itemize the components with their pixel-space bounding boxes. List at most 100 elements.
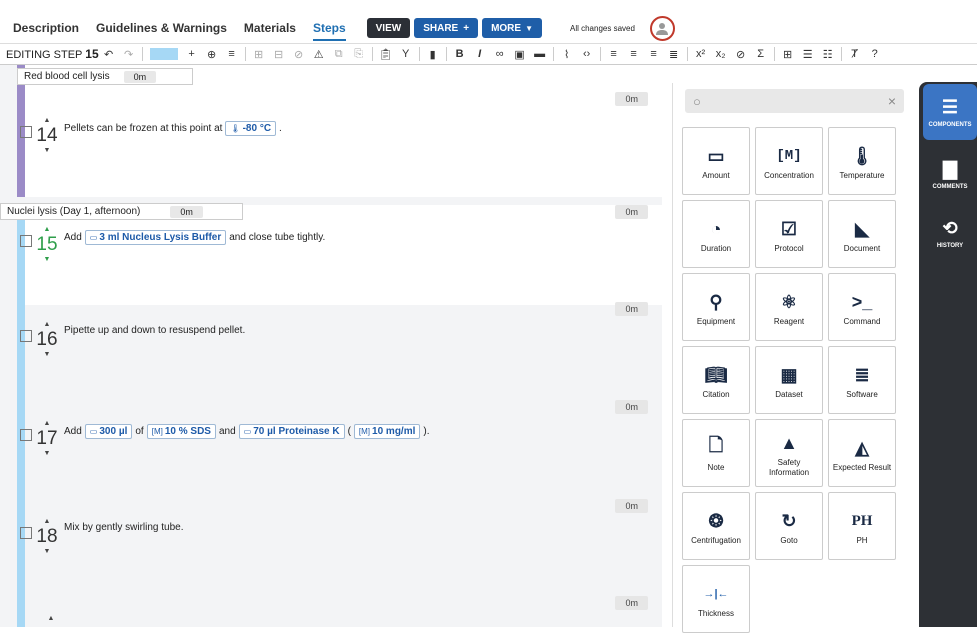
component-protocol[interactable]: ☑ Protocol [755, 200, 823, 268]
move-down-icon[interactable]: ▼ [36, 256, 58, 264]
subscript-icon[interactable]: x₂ [714, 46, 728, 62]
component-dataset[interactable]: ▦ Dataset [755, 346, 823, 414]
amount-chip[interactable]: ▭ 3 ml Nucleus Lysis Buffer [84, 230, 227, 245]
component-centrifugation[interactable]: ❂ Centrifugation [682, 492, 750, 560]
tab-steps[interactable]: Steps [312, 21, 346, 41]
section-duration[interactable]: 0m [123, 70, 157, 83]
move-up-icon[interactable]: ▲ [36, 226, 58, 234]
step-checkbox[interactable] [20, 235, 32, 247]
add-section-icon[interactable]: ≡ [225, 46, 239, 62]
component-safety-information[interactable]: ▲ Safety Information [755, 419, 823, 487]
move-up-icon[interactable]: ▲ [36, 117, 58, 125]
table-icon[interactable]: ⊞ [781, 46, 795, 62]
undo-icon[interactable]: ↶ [102, 46, 116, 62]
attachment-icon[interactable]: ⌇ [560, 46, 574, 62]
add-substep-icon[interactable]: ⊕ [205, 46, 219, 62]
move-up-icon[interactable]: ▲ [36, 420, 58, 428]
step-duration[interactable]: 0m [615, 596, 648, 610]
section-label[interactable]: Red blood cell lysis 0m [17, 68, 193, 85]
component-reagent[interactable]: ⚛ Reagent [755, 273, 823, 341]
section-duration[interactable]: 0m [170, 205, 203, 218]
concentration-chip[interactable]: [M] 10 mg/ml [353, 424, 421, 439]
step-checkbox[interactable] [20, 330, 32, 342]
components-tab[interactable]: ☰ COMPONENTS [923, 84, 977, 140]
temperature-chip[interactable]: 🌡︎ -80 °C [225, 121, 277, 136]
bold-icon[interactable]: B [453, 46, 467, 62]
align-right-icon[interactable]: ≡ [647, 46, 661, 62]
step-duration[interactable]: 0m [615, 302, 648, 316]
section-label[interactable]: Nuclei lysis (Day 1, afternoon) 0m [0, 203, 243, 220]
paste-icon[interactable]: 📋︎ [379, 46, 393, 62]
video-icon[interactable]: ▬ [533, 46, 547, 62]
close-icon[interactable]: × [888, 93, 896, 109]
step-checkbox[interactable] [20, 429, 32, 441]
more-button[interactable]: MORE ▼ [482, 18, 542, 38]
component-expected-result[interactable]: ◭ Expected Result [828, 419, 896, 487]
branch-icon[interactable]: Y [399, 46, 413, 62]
move-up-icon[interactable]: ▲ [40, 615, 62, 623]
step-checkbox[interactable] [20, 126, 32, 138]
bullet-list-icon[interactable]: ☰ [801, 46, 815, 62]
step-text[interactable]: Add ▭ 3 ml Nucleus Lysis Buffer and close… [64, 230, 325, 245]
code-icon[interactable]: ‹› [580, 46, 594, 62]
align-justify-icon[interactable]: ≣ [667, 46, 681, 62]
link-icon[interactable]: ∞ [493, 46, 507, 62]
component-goto[interactable]: ↻ Goto [755, 492, 823, 560]
list-icon[interactable]: ⊟ [272, 46, 286, 62]
history-tab[interactable]: ⟲ HISTORY [923, 208, 977, 258]
move-down-icon[interactable]: ▼ [36, 450, 58, 458]
move-down-icon[interactable]: ▼ [36, 351, 58, 359]
remove-icon[interactable]: ⊘ [292, 46, 306, 62]
insert-icon[interactable]: ⊞ [252, 46, 266, 62]
trash-icon[interactable]: ▮ [426, 46, 440, 62]
align-center-icon[interactable]: ≡ [627, 46, 641, 62]
add-step-icon[interactable]: + [185, 46, 199, 62]
component-document[interactable]: ◣ Document [828, 200, 896, 268]
sigma-icon[interactable]: Σ [754, 46, 768, 62]
step-text[interactable]: Pipette up and down to resuspend pellet. [64, 325, 245, 336]
concentration-chip[interactable]: [M] 10 % SDS [146, 424, 216, 439]
move-up-icon[interactable]: ▲ [36, 321, 58, 329]
move-down-icon[interactable]: ▼ [36, 548, 58, 556]
tab-guidelines[interactable]: Guidelines & Warnings [96, 21, 227, 35]
component-ph[interactable]: PH PH [828, 492, 896, 560]
component-search[interactable]: ○ × [685, 89, 904, 113]
component-concentration[interactable]: [M] Concentration [755, 127, 823, 195]
component-duration[interactable]: ◔ Duration [682, 200, 750, 268]
section-color-picker[interactable] [149, 48, 178, 60]
duplicate-icon[interactable]: ⎘ [352, 46, 366, 62]
step-text[interactable]: Pellets can be frozen at this point at 🌡… [64, 121, 282, 136]
component-note[interactable]: 🗋︎ Note [682, 419, 750, 487]
share-button[interactable]: SHARE + [414, 18, 479, 38]
step-text[interactable]: Add ▭ 300 µl of [M] 10 % SDS and ▭ 70 µl Pr… [64, 424, 430, 439]
redo-icon[interactable]: ↷ [122, 46, 136, 62]
step-duration[interactable]: 0m [615, 400, 648, 414]
remove-format-icon[interactable]: Ⱦ [848, 46, 862, 62]
move-down-icon[interactable]: ▼ [36, 147, 58, 155]
italic-icon[interactable]: I [473, 46, 487, 62]
step-duration[interactable]: 0m [615, 499, 648, 513]
superscript-icon[interactable]: x² [694, 46, 708, 62]
step-text[interactable]: Mix by gently swirling tube. [64, 522, 184, 533]
component-software[interactable]: ≣ Software [828, 346, 896, 414]
step-duration[interactable]: 0m [615, 92, 648, 106]
step-duration[interactable]: 0m [615, 205, 648, 219]
comments-tab[interactable]: ▇ COMMENTS [923, 146, 977, 202]
image-icon[interactable]: ▣ [513, 46, 527, 62]
clear-format-icon[interactable]: ⊘ [734, 46, 748, 62]
component-temperature[interactable]: 🌡︎ Temperature [828, 127, 896, 195]
move-up-icon[interactable]: ▲ [36, 518, 58, 526]
component-command[interactable]: >_ Command [828, 273, 896, 341]
view-button[interactable]: VIEW [366, 18, 411, 38]
avatar[interactable] [649, 15, 675, 41]
help-icon[interactable]: ? [868, 46, 882, 62]
component-equipment[interactable]: ⚲ Equipment [682, 273, 750, 341]
copy-icon[interactable]: ⧉ [332, 46, 346, 62]
numbered-list-icon[interactable]: ☷ [821, 46, 835, 62]
amount-chip[interactable]: ▭ 300 µl [84, 424, 133, 439]
warning-icon[interactable]: ⚠ [312, 46, 326, 62]
component-thickness[interactable]: →|← Thickness [682, 565, 750, 633]
step-checkbox[interactable] [20, 527, 32, 539]
component-citation[interactable]: 📖︎ Citation [682, 346, 750, 414]
tab-description[interactable]: Description [13, 21, 79, 35]
